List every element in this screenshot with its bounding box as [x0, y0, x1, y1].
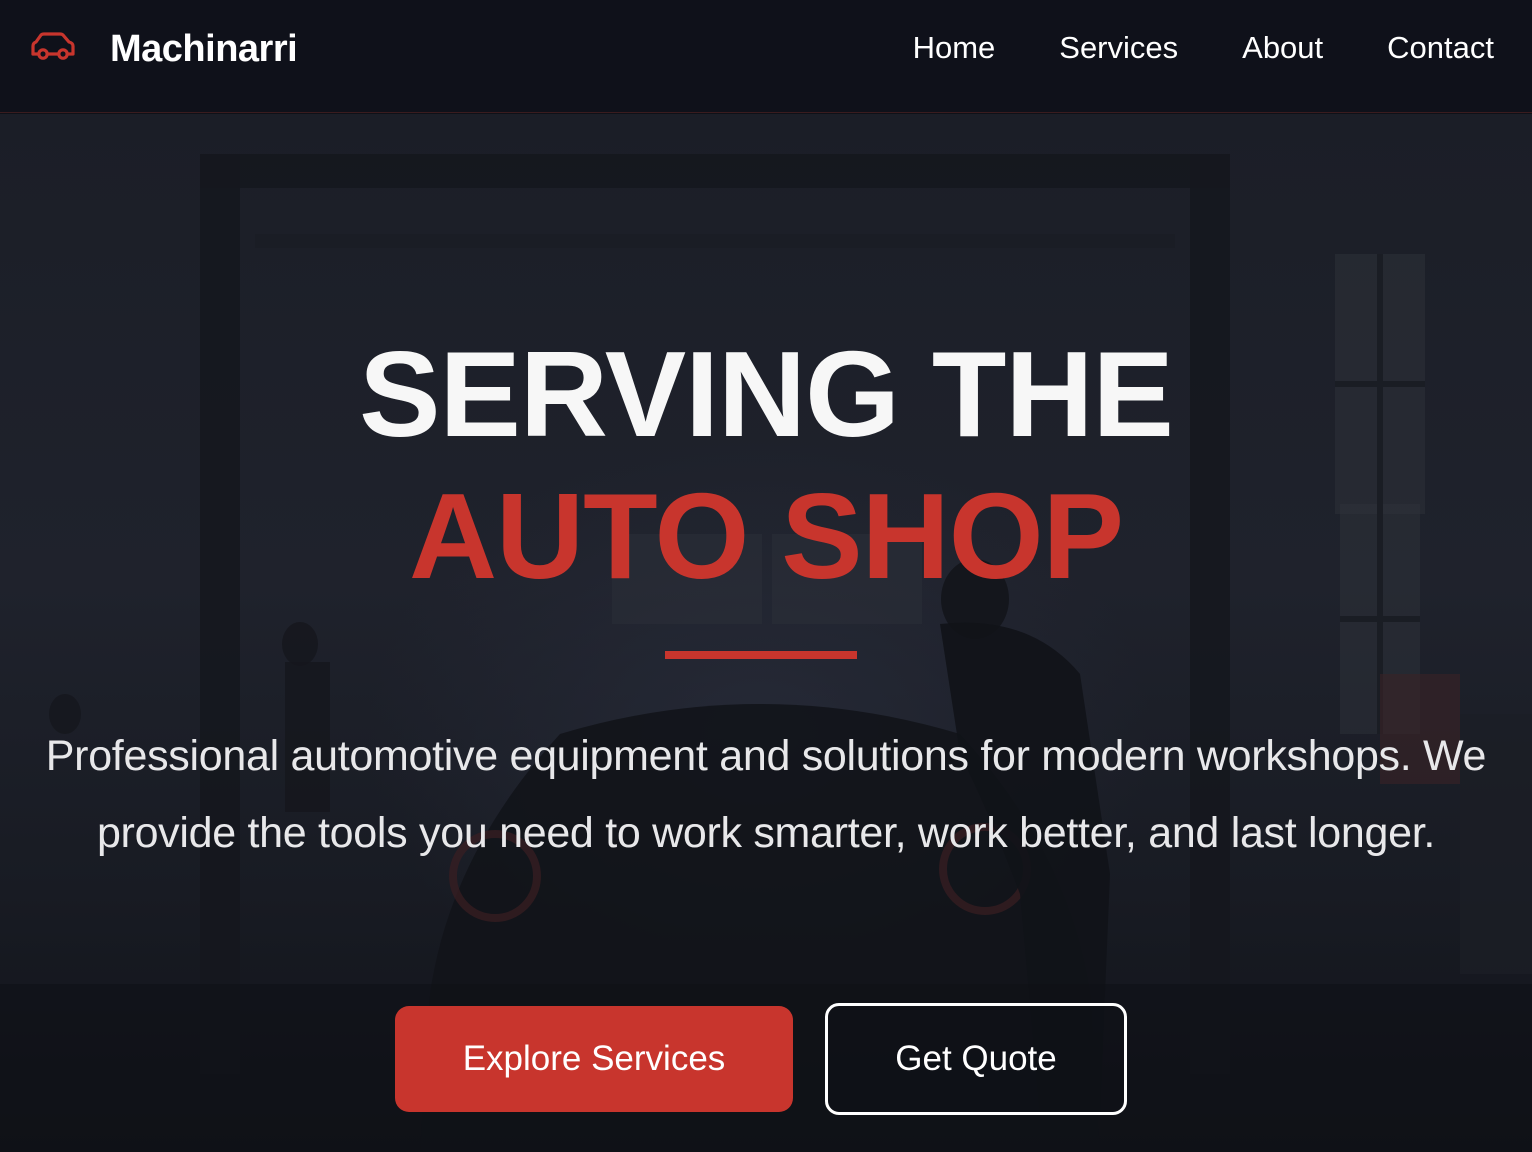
- nav-link-about[interactable]: About: [1242, 26, 1323, 70]
- brand[interactable]: Machinarri: [28, 24, 298, 74]
- explore-services-button[interactable]: Explore Services: [395, 1006, 793, 1112]
- hero-subtitle: Professional automotive equipment and so…: [45, 732, 1487, 857]
- main-nav: Home Services About Contact: [913, 26, 1494, 70]
- hero-headline-line1: SERVING THE: [359, 326, 1174, 462]
- nav-link-services[interactable]: Services: [1059, 26, 1178, 70]
- page: Machinarri Home Services About Contact S…: [0, 0, 1532, 1152]
- nav-link-home[interactable]: Home: [913, 26, 996, 70]
- accent-divider: [665, 651, 857, 659]
- hero-content: SERVING THE AUTO SHOP Professional autom…: [0, 114, 1532, 1152]
- brand-name: Machinarri: [110, 27, 298, 70]
- nav-link-contact[interactable]: Contact: [1387, 26, 1494, 70]
- get-quote-button[interactable]: Get Quote: [825, 1003, 1127, 1115]
- navbar: Machinarri Home Services About Contact: [0, 0, 1532, 113]
- hero-headline-line2: AUTO SHOP: [408, 468, 1124, 604]
- hero-section: SERVING THE AUTO SHOP Professional autom…: [0, 114, 1532, 1152]
- car-icon: [28, 32, 76, 66]
